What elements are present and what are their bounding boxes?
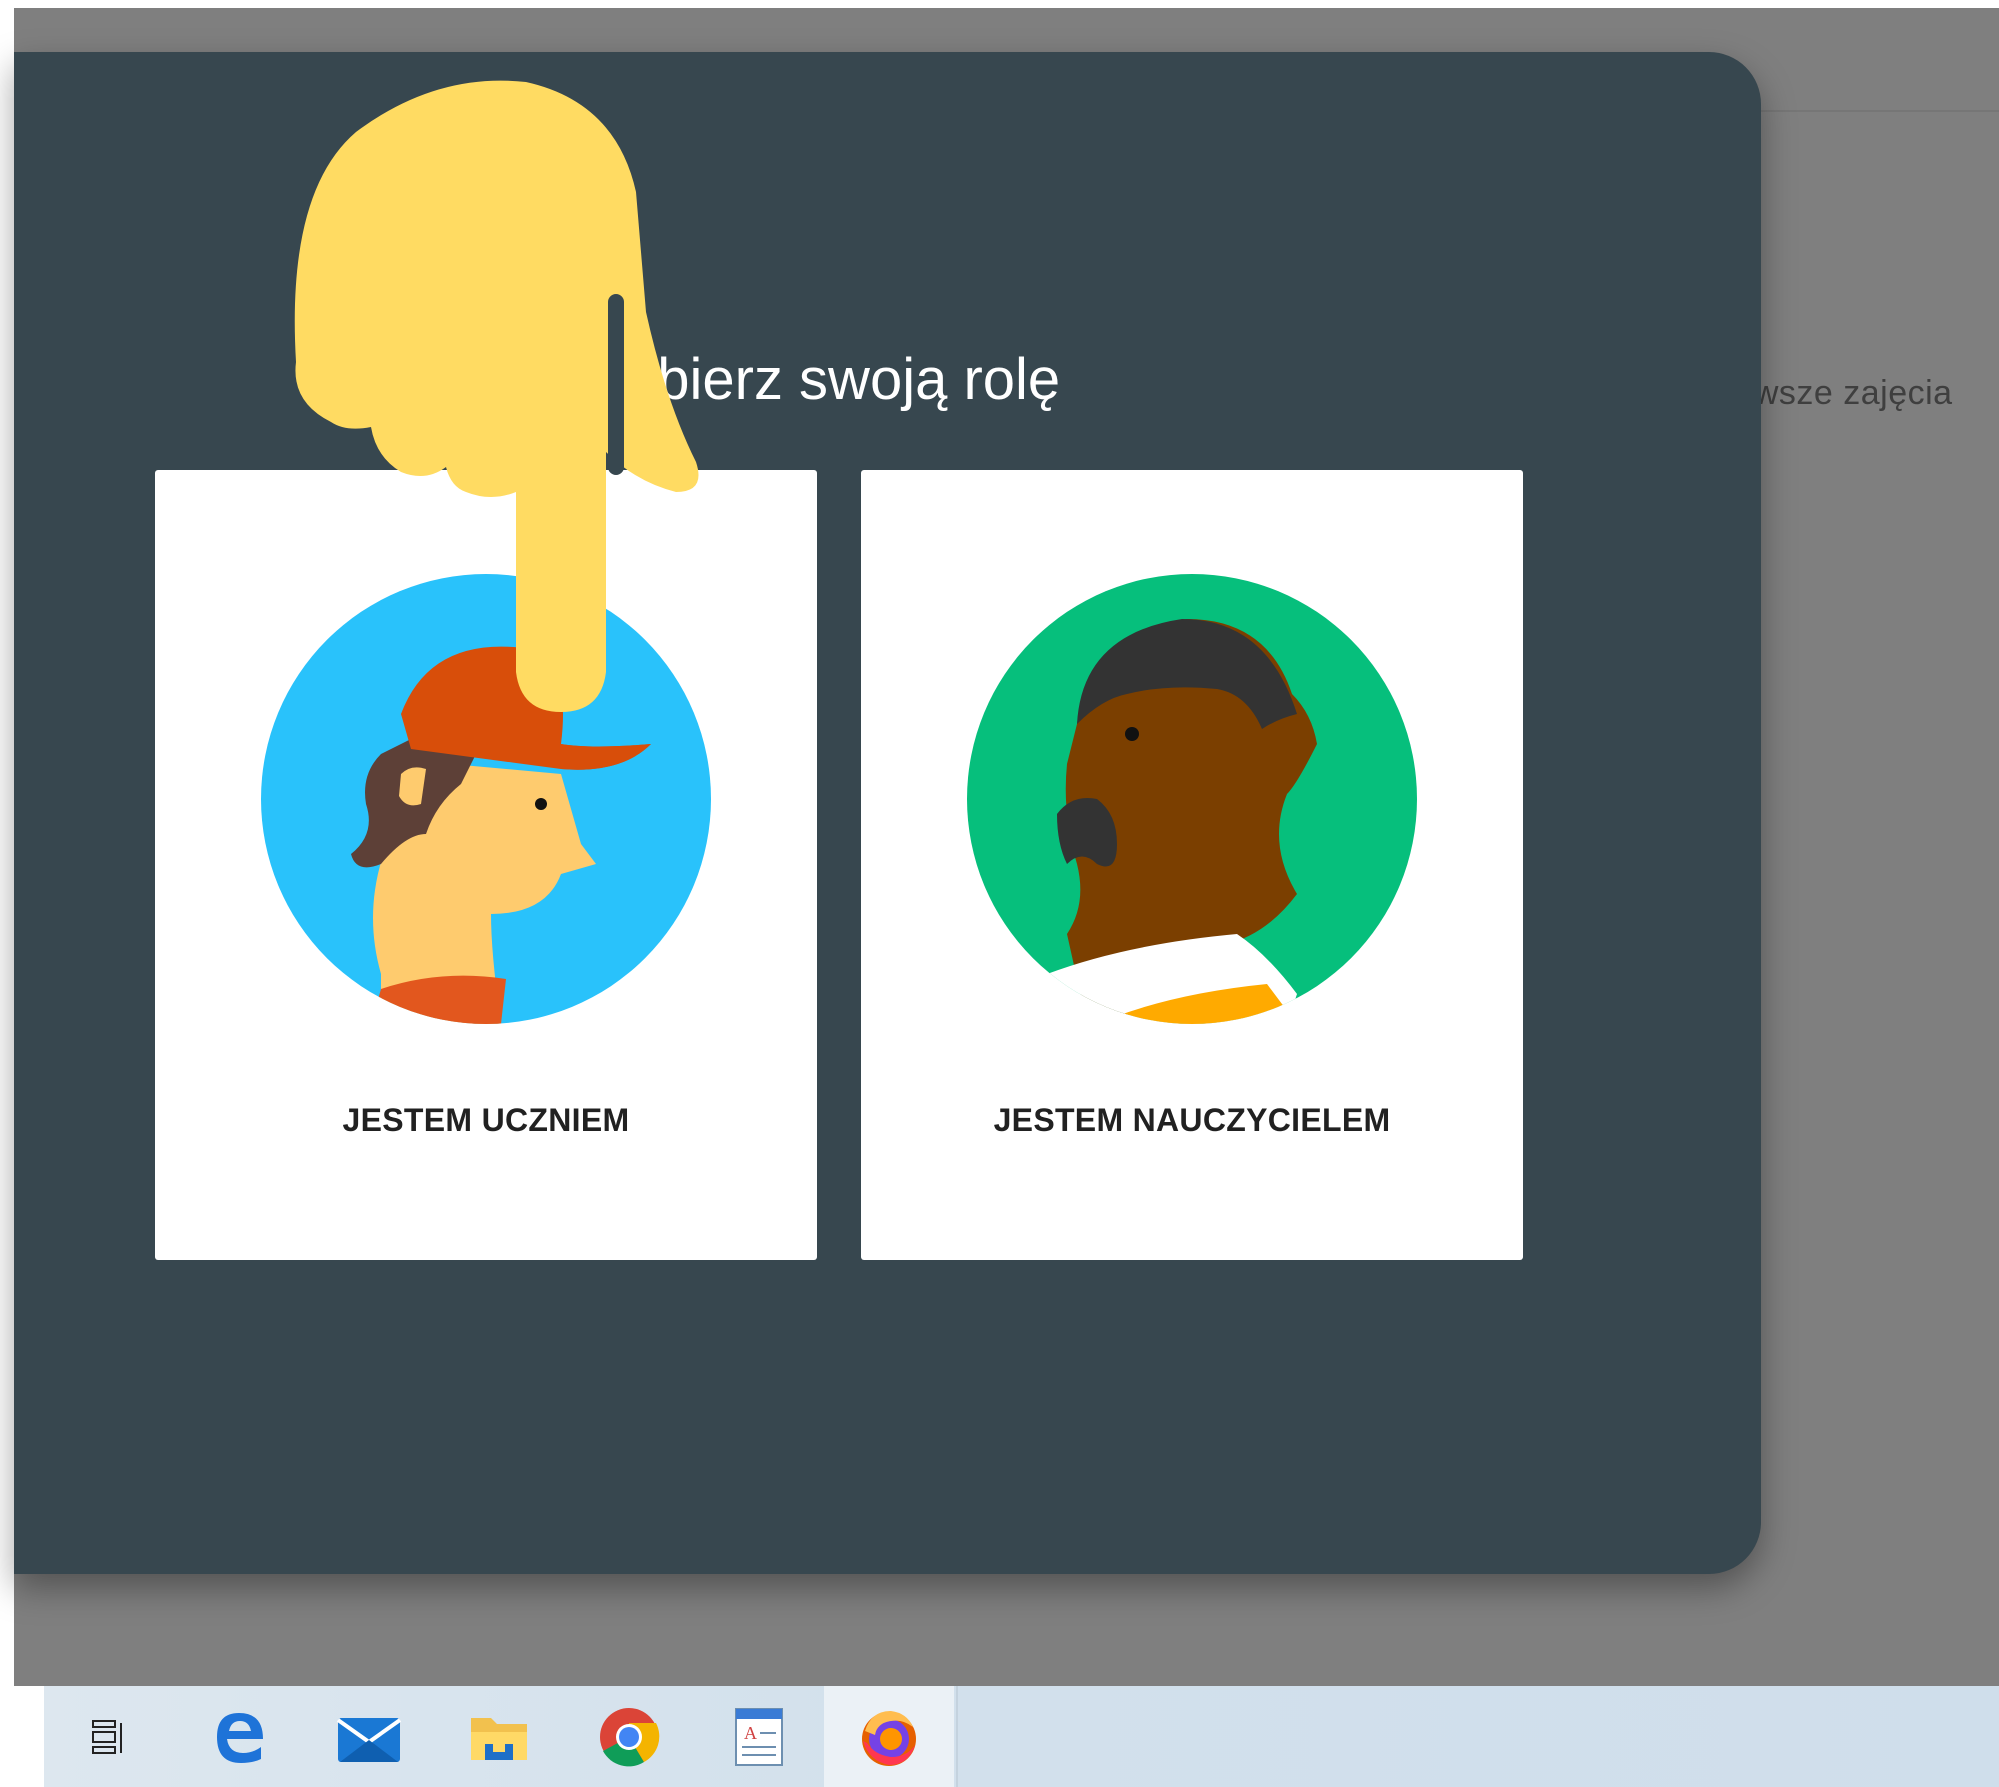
edge-icon[interactable] bbox=[174, 1686, 304, 1787]
student-avatar bbox=[261, 574, 711, 1024]
chrome-icon[interactable] bbox=[564, 1686, 694, 1787]
taskbar-divider bbox=[956, 1686, 958, 1787]
file-explorer-icon[interactable] bbox=[434, 1686, 564, 1787]
task-view-icon[interactable] bbox=[44, 1686, 174, 1787]
firefox-icon[interactable] bbox=[824, 1686, 954, 1787]
teacher-role-card[interactable]: JESTEM NAUCZYCIELEM bbox=[861, 470, 1523, 1260]
wordpad-icon[interactable]: A bbox=[694, 1686, 824, 1787]
role-dialog: Wybierz swoją rolę JESTEM UCZNIEM JESTEM… bbox=[14, 52, 1761, 1574]
teacher-role-label: JESTEM NAUCZYCIELEM bbox=[993, 1102, 1391, 1138]
student-role-card[interactable]: JESTEM UCZNIEM bbox=[155, 470, 817, 1260]
svg-text:A: A bbox=[744, 1723, 757, 1743]
mail-icon[interactable] bbox=[304, 1686, 434, 1787]
page-background-text: rwsze zajęcia bbox=[1742, 374, 1953, 412]
student-role-label: JESTEM UCZNIEM bbox=[342, 1102, 630, 1138]
page-divider bbox=[1760, 110, 1999, 112]
dialog-title: Wybierz swoją rolę bbox=[574, 347, 1061, 412]
taskbar: A bbox=[44, 1686, 1999, 1787]
taskbar-edge bbox=[0, 1686, 44, 1787]
teacher-avatar bbox=[967, 574, 1417, 1024]
